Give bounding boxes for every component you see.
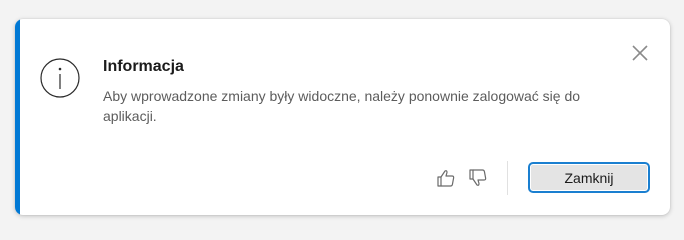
divider (507, 161, 508, 195)
info-icon (40, 58, 80, 98)
thumbs-down-icon (469, 169, 487, 186)
notification-title: Informacja (103, 58, 184, 75)
notification-message: Aby wprowadzone zmiany były widoczne, na… (103, 88, 581, 124)
notification-card: Informacja Aby wprowadzone zmiany były w… (15, 19, 670, 215)
close-button[interactable] (626, 39, 654, 67)
close-icon (632, 45, 648, 61)
thumbs-down-button[interactable] (466, 166, 490, 190)
thumbs-up-button[interactable] (434, 166, 458, 190)
close-primary-button[interactable]: Zamknij (528, 162, 650, 193)
thumbs-up-icon (437, 170, 455, 187)
accent-bar (15, 19, 20, 215)
